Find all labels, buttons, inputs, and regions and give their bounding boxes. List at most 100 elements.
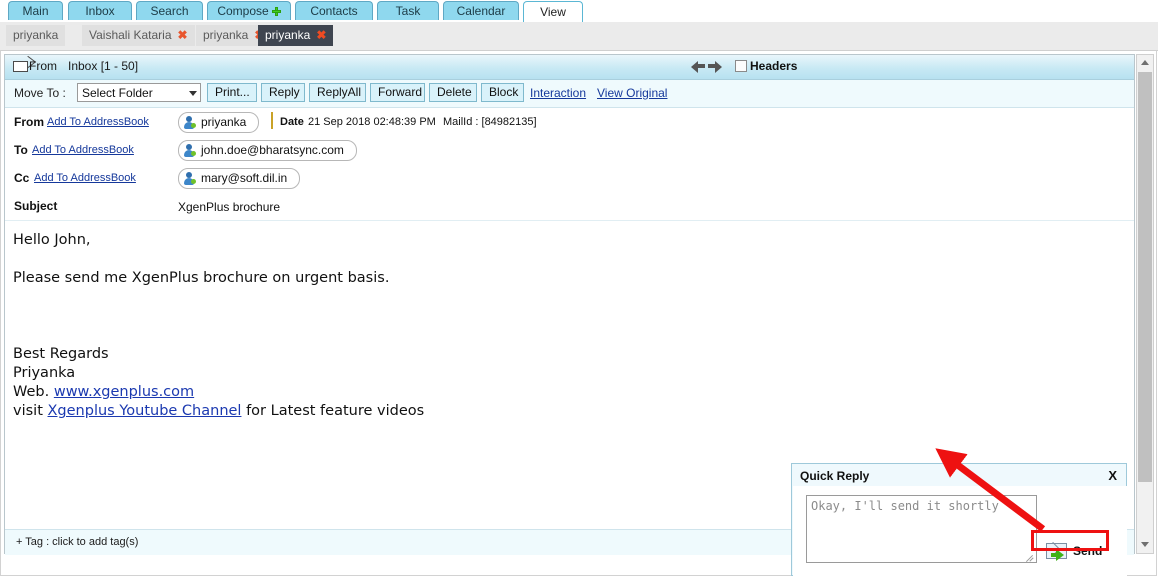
header-from-label: From: [29, 59, 57, 73]
cc-add-to-addressbook-link[interactable]: Add To AddressBook: [34, 172, 136, 184]
to-contact-value: john.doe@bharatsync.com: [201, 143, 344, 157]
view-original-link[interactable]: View Original: [597, 86, 667, 100]
tab-calendar-label: Calendar: [456, 4, 506, 18]
body-line-3: Best Regards: [13, 346, 109, 362]
subtab-label: priyanka: [203, 28, 249, 42]
quick-reply-body: Send: [793, 486, 1127, 576]
plus-icon: [271, 7, 281, 16]
cc-contact-value: mary@soft.dil.in: [201, 171, 288, 185]
mail-id: MailId : [84982135]: [443, 116, 537, 128]
headers-label: Headers: [750, 59, 798, 73]
message-panel: From Inbox [1 - 50] Headers Move To : Se…: [4, 54, 1135, 576]
from-label: From: [14, 115, 44, 129]
move-to-label: Move To :: [14, 86, 66, 100]
reply-button-label: Reply: [269, 85, 300, 99]
subtab-label: priyanka: [265, 28, 311, 42]
sub-tab-strip: priyanka Vaishali Kataria ✖ priyanka ✖ pri…: [0, 22, 1158, 51]
forward-button-label: Forward: [378, 85, 423, 99]
send-button-label: Send: [1073, 544, 1103, 558]
tab-view-label: View: [540, 5, 566, 19]
to-row: To Add To AddressBook john.doe@bharatsyn…: [5, 136, 1134, 165]
forward-button[interactable]: Forward: [370, 83, 425, 102]
from-contact-chip[interactable]: priyanka: [178, 112, 260, 133]
web-prefix: Web.: [13, 384, 54, 400]
tab-inbox[interactable]: Inbox: [68, 1, 132, 20]
from-contact-value: priyanka: [201, 115, 247, 129]
person-icon: [184, 144, 196, 157]
to-contact-chip[interactable]: john.doe@bharatsync.com: [178, 140, 357, 161]
main-tab-strip: Main Inbox Search Compose Contacts Task …: [0, 0, 1158, 23]
close-icon[interactable]: ✖: [316, 25, 326, 46]
chevron-up-icon: [1141, 60, 1149, 65]
quick-reply-textarea[interactable]: [806, 495, 1037, 563]
close-icon[interactable]: ✖: [178, 25, 188, 46]
folder-select-value: Select Folder: [82, 86, 153, 100]
scroll-up-button[interactable]: [1137, 55, 1153, 71]
delete-button-label: Delete: [437, 85, 472, 99]
person-icon: [184, 172, 196, 185]
subtab-label: Vaishali Kataria: [89, 28, 172, 42]
visit-prefix: visit: [13, 403, 48, 419]
tab-task[interactable]: Task: [377, 1, 439, 20]
tab-search-label: Search: [150, 4, 189, 18]
to-label: To: [14, 143, 28, 157]
cc-contact-chip[interactable]: mary@soft.dil.in: [178, 168, 301, 189]
tab-search[interactable]: Search: [136, 1, 203, 20]
chevron-down-icon: [189, 91, 197, 96]
tab-task-label: Task: [395, 4, 421, 18]
tab-compose[interactable]: Compose: [207, 1, 291, 20]
body-line-2: Please send me XgenPlus brochure on urge…: [13, 270, 390, 286]
tab-calendar[interactable]: Calendar: [443, 1, 519, 20]
arrow-right-tail: [708, 64, 716, 68]
divider: [271, 112, 273, 129]
reply-all-button[interactable]: ReplyAll: [309, 83, 366, 102]
tab-compose-label: Compose: [217, 4, 269, 18]
quick-reply-panel: Quick Reply X Send: [791, 463, 1127, 576]
person-icon: [184, 116, 196, 129]
body-line-4: Priyanka: [13, 365, 76, 381]
reply-button[interactable]: Reply: [261, 83, 305, 102]
print-button-label: Print...: [215, 85, 250, 99]
action-toolbar: Move To : Select Folder Print... Reply R…: [5, 80, 1134, 108]
interaction-link[interactable]: Interaction: [530, 86, 586, 100]
website-link[interactable]: www.xgenplus.com: [54, 384, 194, 400]
tab-view[interactable]: View: [523, 1, 583, 22]
block-button-label: Block: [489, 85, 519, 99]
tab-main[interactable]: Main: [8, 1, 63, 20]
subtab-vaishali-kataria[interactable]: Vaishali Kataria ✖: [82, 25, 195, 46]
cc-row: Cc Add To AddressBook mary@soft.dil.in: [5, 164, 1134, 193]
delete-button[interactable]: Delete: [429, 83, 477, 102]
youtube-channel-link[interactable]: Xgenplus Youtube Channel: [48, 403, 242, 419]
arrow-right-icon[interactable]: [715, 61, 722, 73]
add-tag-link[interactable]: + Tag : click to add tag(s): [16, 536, 138, 548]
message-header-bar: From Inbox [1 - 50] Headers: [5, 55, 1134, 80]
scroll-down-button[interactable]: [1137, 537, 1153, 553]
headers-checkbox[interactable]: [735, 60, 747, 72]
to-add-to-addressbook-link[interactable]: Add To AddressBook: [32, 144, 134, 156]
tab-contacts[interactable]: Contacts: [295, 1, 373, 20]
reply-all-button-label: ReplyAll: [317, 85, 362, 99]
tab-contacts-label: Contacts: [310, 4, 358, 18]
scrollbar-thumb[interactable]: [1138, 72, 1152, 482]
subtab-priyanka-1[interactable]: priyanka: [6, 25, 66, 46]
subtab-priyanka-3[interactable]: priyanka ✖: [258, 25, 334, 46]
message-nav-arrows: [691, 59, 731, 75]
visit-suffix: for Latest feature videos: [241, 403, 425, 419]
subject-value: XgenPlus brochure: [178, 200, 281, 214]
chevron-down-icon: [1141, 542, 1149, 547]
vertical-scrollbar[interactable]: [1136, 54, 1154, 554]
from-add-to-addressbook-link[interactable]: Add To AddressBook: [47, 116, 149, 128]
cc-label: Cc: [14, 171, 30, 185]
block-button[interactable]: Block: [481, 83, 524, 102]
tab-main-label: Main: [22, 4, 49, 18]
body-line-5: Web. www.xgenplus.com: [13, 384, 194, 400]
subject-row: Subject XgenPlus brochure: [5, 192, 1134, 221]
from-row: From Add To AddressBook priyanka Date 21…: [5, 108, 1134, 137]
close-icon[interactable]: X: [1108, 468, 1117, 483]
tab-inbox-label: Inbox: [85, 4, 115, 18]
send-arrow-tail: [1051, 553, 1058, 557]
print-button[interactable]: Print...: [207, 83, 257, 102]
date-label: Date: [280, 116, 304, 128]
body-line-1: Hello John,: [13, 232, 91, 248]
folder-select[interactable]: Select Folder: [77, 83, 201, 102]
